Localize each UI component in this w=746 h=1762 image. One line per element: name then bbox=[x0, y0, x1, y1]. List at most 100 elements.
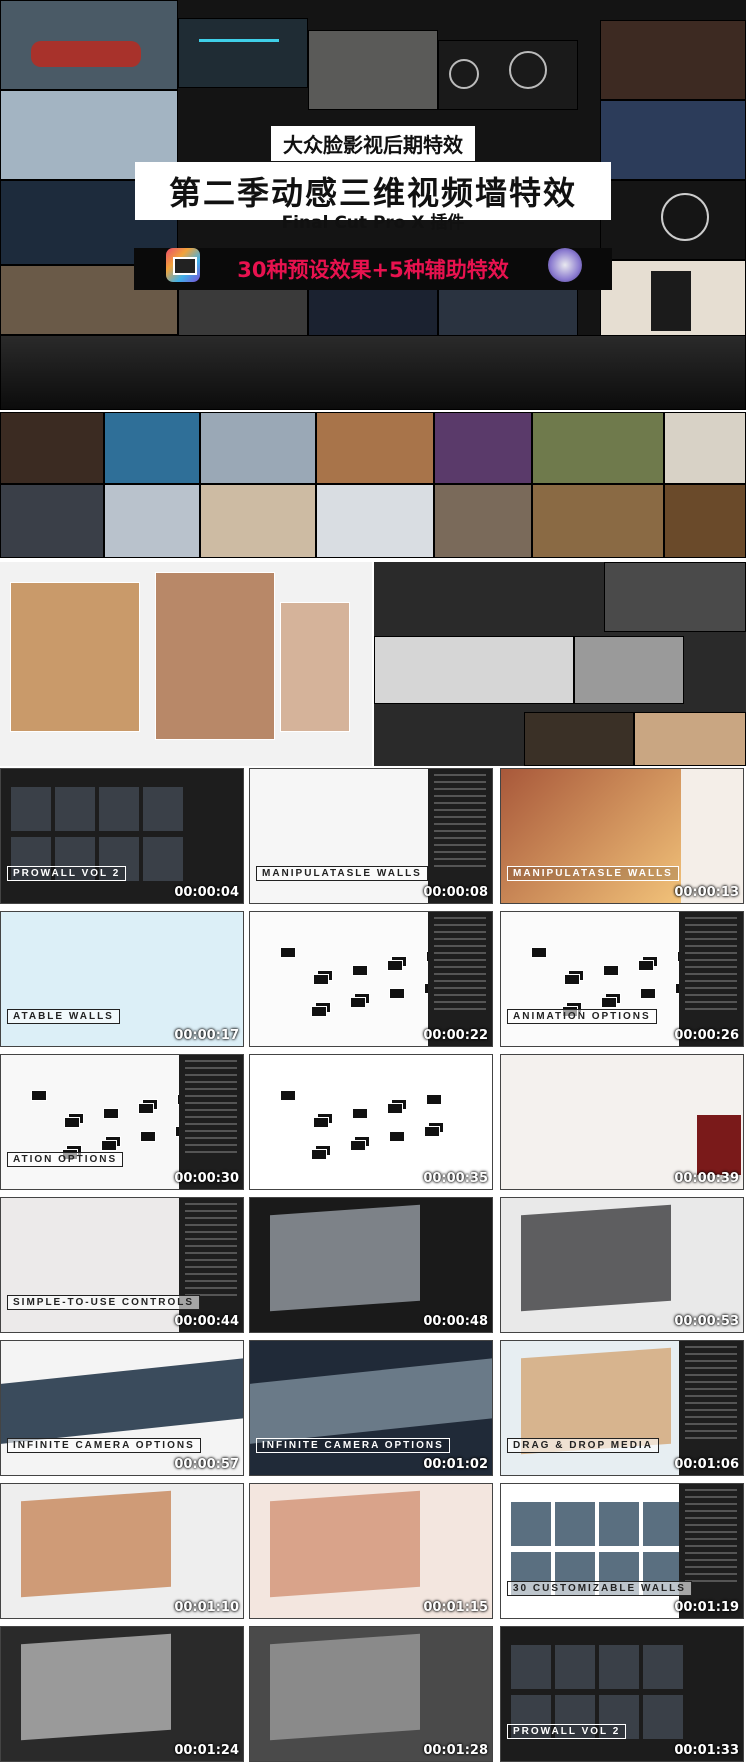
wall-card bbox=[280, 947, 296, 958]
wall-card bbox=[138, 1103, 154, 1114]
thumbnail-timestamp: 00:00:26 bbox=[674, 1028, 739, 1043]
wall-card bbox=[643, 1645, 683, 1689]
wall-card bbox=[424, 1126, 440, 1137]
video-thumbnail[interactable]: 00:01:28 bbox=[249, 1626, 493, 1762]
video-thumbnail[interactable]: 00:01:15 bbox=[249, 1483, 493, 1619]
wall-card bbox=[640, 988, 656, 999]
thumbnail-caption: ATABLE WALLS bbox=[7, 1009, 120, 1024]
thumbnail-timestamp: 00:01:15 bbox=[423, 1600, 488, 1615]
wall-card bbox=[603, 965, 619, 976]
thumbnail-caption: DRAG & DROP MEDIA bbox=[507, 1438, 659, 1453]
video-thumbnail[interactable]: ATABLE WALLS 00:00:17 bbox=[0, 911, 244, 1047]
thumbnail-caption: ATION OPTIONS bbox=[7, 1152, 124, 1167]
thumbnail-timestamp: 00:00:48 bbox=[423, 1314, 488, 1329]
video-thumbnail[interactable]: DRAG & DROP MEDIA 00:01:06 bbox=[500, 1340, 744, 1476]
wall-card bbox=[643, 1695, 683, 1739]
wall-card bbox=[511, 1502, 551, 1546]
wall-card bbox=[64, 1117, 80, 1128]
thumbnail-timestamp: 00:00:30 bbox=[174, 1171, 239, 1186]
thumbnail-caption: INFINITE CAMERA OPTIONS bbox=[256, 1438, 450, 1453]
preview-image bbox=[697, 1115, 741, 1175]
thumbnail-timestamp: 00:01:33 bbox=[674, 1743, 739, 1758]
thumbnail-timestamp: 00:00:13 bbox=[674, 885, 739, 900]
video-thumbnail[interactable]: MANIPULATASLE WALLS 00:00:13 bbox=[500, 768, 744, 904]
thumbnail-caption: PROWALL VOL 2 bbox=[507, 1724, 627, 1739]
wall-card bbox=[599, 1645, 639, 1689]
wall-card bbox=[387, 960, 403, 971]
inspector-panel bbox=[179, 1055, 243, 1189]
wall-card bbox=[31, 1090, 47, 1101]
thumbnail-timestamp: 00:00:39 bbox=[674, 1171, 739, 1186]
video-thumbnail[interactable]: ATION OPTIONS 00:00:30 bbox=[0, 1054, 244, 1190]
video-thumbnail[interactable]: 30 CUSTOMIZABLE WALLS 00:01:19 bbox=[500, 1483, 744, 1619]
wall-card bbox=[350, 1140, 366, 1151]
wall-card bbox=[511, 1645, 551, 1689]
wall-card bbox=[426, 1094, 442, 1105]
preview-image bbox=[1, 1358, 243, 1444]
preview-image bbox=[270, 1490, 420, 1598]
preview-image bbox=[270, 1633, 420, 1741]
preview-image bbox=[21, 1633, 171, 1741]
video-thumbnail[interactable]: PROWALL VOL 2 00:01:33 bbox=[500, 1626, 744, 1762]
video-thumbnail[interactable]: 00:00:35 bbox=[249, 1054, 493, 1190]
inspector-panel bbox=[679, 1341, 743, 1475]
thumbnail-timestamp: 00:00:57 bbox=[174, 1457, 239, 1472]
thumbnail-caption: INFINITE CAMERA OPTIONS bbox=[7, 1438, 201, 1453]
thumbnail-caption: SIMPLE-TO-USE CONTROLS bbox=[7, 1295, 201, 1310]
wall-card bbox=[389, 1131, 405, 1142]
thumbnail-timestamp: 00:00:22 bbox=[423, 1028, 488, 1043]
video-thumbnail[interactable]: PROWALL VOL 2 00:00:04 bbox=[0, 768, 244, 904]
preview-image bbox=[501, 769, 681, 903]
video-thumbnail[interactable]: 00:01:24 bbox=[0, 1626, 244, 1762]
wall-card bbox=[387, 1103, 403, 1114]
thumbnail-caption: PROWALL VOL 2 bbox=[7, 866, 127, 881]
wall-card bbox=[599, 1502, 639, 1546]
wall-card bbox=[389, 988, 405, 999]
preview-image bbox=[21, 1490, 171, 1598]
wall-card bbox=[313, 1117, 329, 1128]
video-thumbnail[interactable]: MANIPULATASLE WALLS 00:00:08 bbox=[249, 768, 493, 904]
video-thumbnail[interactable]: SIMPLE-TO-USE CONTROLS 00:00:44 bbox=[0, 1197, 244, 1333]
thumbnail-caption: 30 CUSTOMIZABLE WALLS bbox=[507, 1581, 692, 1596]
thumbnail-timestamp: 00:01:24 bbox=[174, 1743, 239, 1758]
thumbnail-timestamp: 00:00:17 bbox=[174, 1028, 239, 1043]
video-thumbnail[interactable]: 00:00:53 bbox=[500, 1197, 744, 1333]
video-thumbnail[interactable]: ANIMATION OPTIONS 00:00:26 bbox=[500, 911, 744, 1047]
wall-card bbox=[643, 1502, 683, 1546]
thumbnail-caption: MANIPULATASLE WALLS bbox=[507, 866, 679, 881]
wall-card bbox=[99, 787, 139, 831]
preview-image bbox=[521, 1204, 671, 1312]
wall-card bbox=[601, 997, 617, 1008]
thumbnail-timestamp: 00:01:28 bbox=[423, 1743, 488, 1758]
wall-card bbox=[555, 1645, 595, 1689]
wall-card bbox=[143, 787, 183, 831]
video-thumbnail[interactable]: INFINITE CAMERA OPTIONS 00:00:57 bbox=[0, 1340, 244, 1476]
video-thumbnail[interactable]: 00:01:10 bbox=[0, 1483, 244, 1619]
wall-card bbox=[101, 1140, 117, 1151]
video-thumbnail[interactable]: 00:00:48 bbox=[249, 1197, 493, 1333]
preview-image bbox=[250, 1358, 492, 1444]
wall-card bbox=[555, 1502, 595, 1546]
inspector-panel bbox=[428, 912, 492, 1046]
wall-card bbox=[280, 1090, 296, 1101]
wall-card bbox=[350, 997, 366, 1008]
video-thumbnail[interactable]: INFINITE CAMERA OPTIONS 00:01:02 bbox=[249, 1340, 493, 1476]
wall-card bbox=[143, 837, 183, 881]
thumbnail-timestamp: 00:01:19 bbox=[674, 1600, 739, 1615]
preview-image bbox=[270, 1204, 420, 1312]
wall-card bbox=[313, 974, 329, 985]
inspector-panel bbox=[679, 912, 743, 1046]
thumbnail-timestamp: 00:01:06 bbox=[674, 1457, 739, 1472]
wall-card bbox=[352, 1108, 368, 1119]
wall-card bbox=[103, 1108, 119, 1119]
inspector-panel bbox=[428, 769, 492, 903]
thumbnail-timestamp: 00:00:53 bbox=[674, 1314, 739, 1329]
video-thumbnail[interactable]: 00:00:39 bbox=[500, 1054, 744, 1190]
wall-card bbox=[140, 1131, 156, 1142]
wall-card bbox=[311, 1006, 327, 1017]
video-thumbnail[interactable]: 00:00:22 bbox=[249, 911, 493, 1047]
thumbnail-timestamp: 00:01:02 bbox=[423, 1457, 488, 1472]
thumbnail-timestamp: 00:00:04 bbox=[174, 885, 239, 900]
inspector-panel bbox=[679, 1484, 743, 1618]
thumbnail-caption: MANIPULATASLE WALLS bbox=[256, 866, 428, 881]
